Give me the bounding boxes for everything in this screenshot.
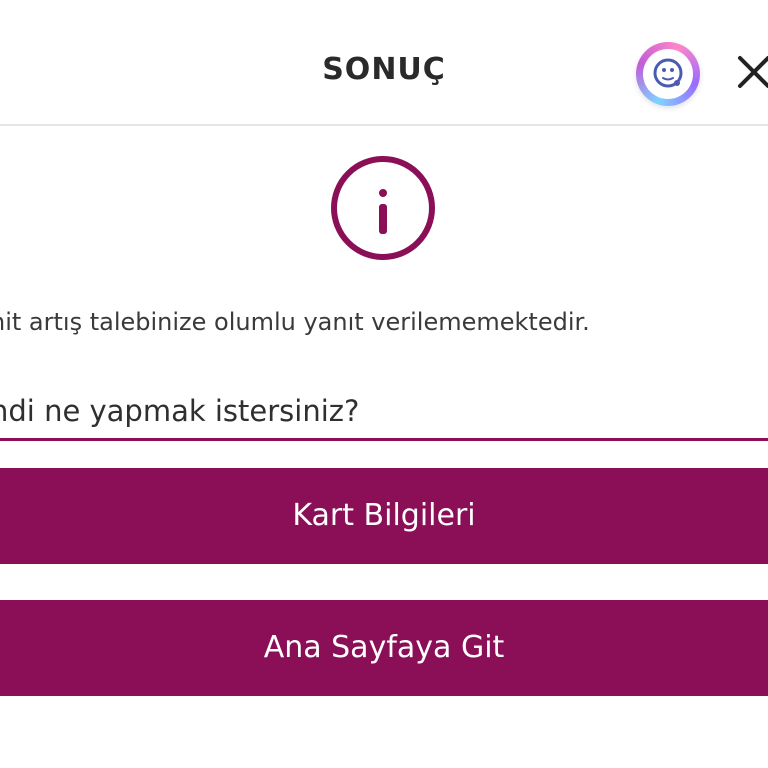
go-home-button[interactable]: Ana Sayfaya Git	[0, 600, 768, 696]
chat-assistant-icon[interactable]	[636, 42, 700, 106]
question-text: ndi ne yapmak istersiniz?	[0, 394, 360, 428]
close-icon	[738, 56, 768, 88]
info-icon-bar	[379, 204, 387, 234]
assistant-icon-inner	[643, 49, 693, 99]
result-screen: SONUÇ nit artış talebinize olumlu yanıt …	[0, 0, 768, 768]
header: SONUÇ	[0, 0, 768, 126]
result-message: nit artış talebinize olumlu yanıt verile…	[0, 308, 590, 336]
assistant-face-icon	[653, 58, 683, 88]
question-section: ndi ne yapmak istersiniz?	[0, 388, 768, 441]
info-icon	[331, 156, 435, 260]
close-button[interactable]	[736, 48, 768, 96]
info-icon-dot	[379, 189, 387, 197]
card-info-button[interactable]: Kart Bilgileri	[0, 468, 768, 564]
